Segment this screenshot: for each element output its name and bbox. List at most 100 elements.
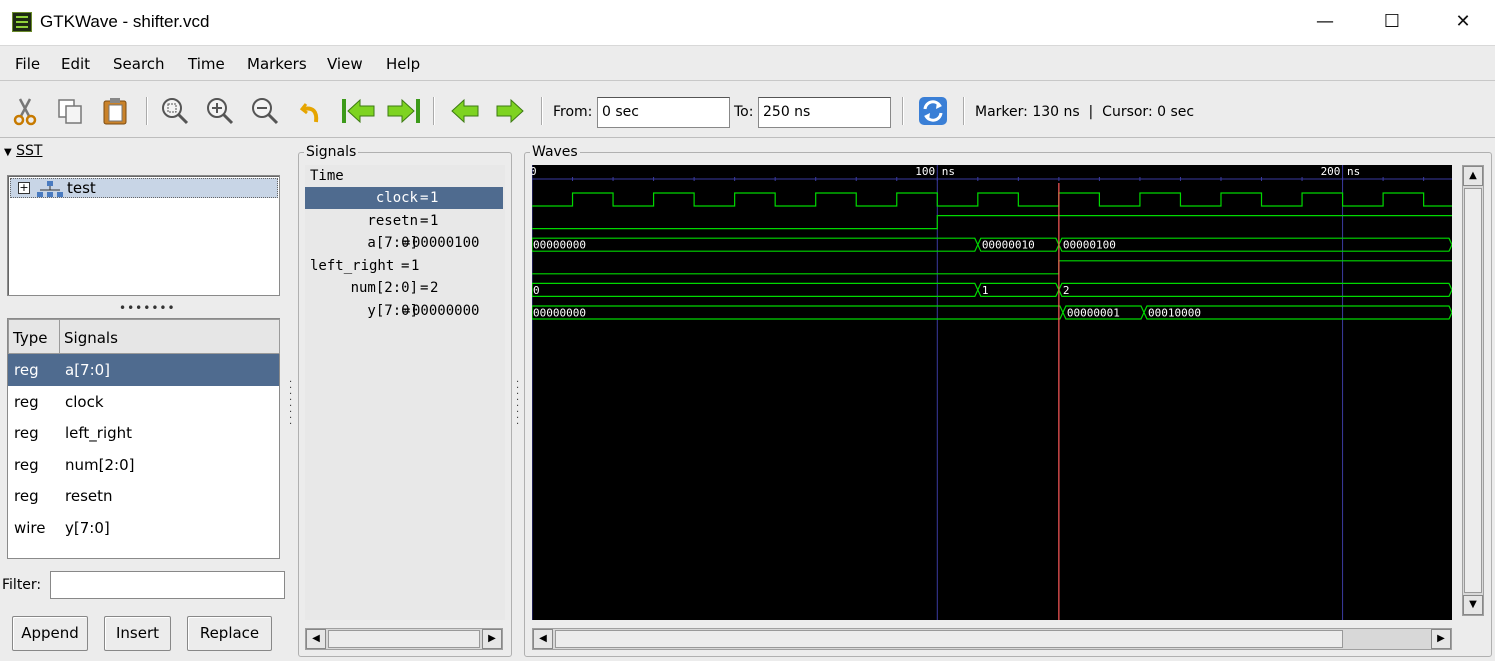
menu-help[interactable]: Help [386,55,420,73]
expand-plus-icon[interactable]: + [18,182,30,194]
time-row[interactable]: Time [305,165,503,187]
y[7:0]-bus-value: 00000000 [533,307,586,320]
scroll-left-arrow-icon[interactable]: ◀ [306,629,326,649]
zoom-to-start-icon[interactable] [340,96,378,126]
num[2:0]-bus-value: 0 [533,284,540,297]
filter-label: Filter: [2,577,42,593]
signal-row[interactable]: y[7:0] = 00000000 [305,300,503,322]
insert-button[interactable]: Insert [104,616,171,651]
zoom-in-icon[interactable] [205,96,235,126]
menu-file[interactable]: File [15,55,40,73]
toolbar-separator [902,97,904,125]
scrollbar-thumb[interactable] [555,630,1343,648]
signal-row[interactable]: num[2:0] = 2 [305,277,503,299]
sst-header[interactable]: ▼ SST [4,143,42,159]
from-time-input[interactable]: 0 sec [597,97,730,128]
signal-row[interactable]: left_right = 1 [305,255,503,277]
scroll-right-arrow-icon[interactable]: ▶ [1431,629,1451,649]
num[2:0]-bus-value: 1 [982,284,989,297]
signal-row[interactable]: resetn = 1 [305,210,503,232]
table-row[interactable]: reg resetn [8,480,279,512]
pane-resize-grip[interactable]: · · · · · · · · [289,378,293,430]
replace-button[interactable]: Replace [187,616,272,651]
signal-row[interactable]: clock = 1 [305,187,503,209]
num[2:0]-bus-segment [977,282,1060,297]
time-tick-label: 200 ns [1321,165,1361,178]
tree-item-test[interactable]: + test [10,178,278,198]
num[2:0]-bus-value: 2 [1063,284,1070,297]
y[7:0]-bus-value: 00010000 [1148,307,1201,320]
gtkwave-app-icon [12,12,32,32]
table-row[interactable]: reg num[2:0] [8,449,279,481]
a[7:0]-bus-value: 00000010 [982,239,1035,252]
signals-horizontal-scrollbar[interactable]: ◀ ▶ [305,628,503,650]
waves-horizontal-scrollbar[interactable]: ◀ ▶ [532,628,1452,650]
find-next-edge-icon[interactable] [495,96,525,126]
scrollbar-thumb[interactable] [1464,188,1482,593]
clock-waveform [532,192,1452,207]
a[7:0]-bus-value: 00000100 [1063,239,1116,252]
scroll-up-arrow-icon[interactable]: ▲ [1463,166,1483,186]
menu-edit[interactable]: Edit [61,55,90,73]
waveform-canvas[interactable]: 0 100 ns 200 ns 00000000 00000010 00000100 0 1 2… [532,165,1452,620]
zoom-fit-icon[interactable] [160,96,190,126]
left_right-waveform [532,260,1452,275]
toolbar-separator [146,97,148,125]
toolbar-separator [541,97,543,125]
toolbar-separator [433,97,435,125]
undo-zoom-icon[interactable] [298,96,328,126]
table-row[interactable]: reg a[7:0] [8,354,279,386]
a[7:0]-bus-segment [1058,237,1452,252]
waveform-svg: 0 100 ns 200 ns 00000000 00000010 00000100 0 1 2… [532,165,1452,620]
to-time-input[interactable]: 250 ns [758,97,891,128]
signals-list: Time clock = 1 resetn = 1 a[7:0] = 00000100 le… [305,165,505,620]
signals-frame-title: Signals [304,144,359,160]
filter-input[interactable] [50,571,285,599]
sst-title: SST [16,143,43,159]
toolbar-separator [963,97,965,125]
menu-bar: File Edit Search Time Markers View Help [0,45,1495,81]
pane-resize-grip[interactable]: · · · · · · · · [516,378,520,430]
maximize-button[interactable]: ☐ [1369,8,1415,38]
menu-time[interactable]: Time [188,55,225,73]
signal-row[interactable]: a[7:0] = 00000100 [305,232,503,254]
find-previous-edge-icon[interactable] [450,96,480,126]
module-hierarchy-icon [37,181,63,197]
reload-icon[interactable] [918,96,948,126]
menu-search[interactable]: Search [113,55,165,73]
num[2:0]-bus-segment [532,282,979,297]
menu-view[interactable]: View [327,55,363,73]
append-button[interactable]: Append [12,616,88,651]
collapse-triangle-icon: ▼ [4,147,12,158]
y[7:0]-bus-value: 00000001 [1067,307,1120,320]
title-bar: GTKWave - shifter.vcd — ☐ ✕ [0,0,1495,45]
scroll-down-arrow-icon[interactable]: ▼ [1463,595,1483,615]
paste-icon[interactable] [100,96,130,126]
scroll-left-arrow-icon[interactable]: ◀ [533,629,553,649]
pane-resize-grip[interactable]: ••••••• [119,302,176,314]
time-tick-label: 100 ns [915,165,955,178]
scroll-right-arrow-icon[interactable]: ▶ [482,629,502,649]
copy-icon[interactable] [55,96,85,126]
scrollbar-thumb[interactable] [328,630,480,648]
waves-vertical-scrollbar[interactable]: ▲ ▼ [1462,165,1484,616]
close-button[interactable]: ✕ [1440,8,1486,38]
zoom-out-icon[interactable] [250,96,280,126]
zoom-to-end-icon[interactable] [384,96,422,126]
column-header-signals[interactable]: Signals [59,319,280,354]
cut-icon[interactable] [10,96,40,126]
a[7:0]-bus-value: 00000000 [533,239,586,252]
waves-frame-title: Waves [530,144,580,160]
tree-item-label: test [67,179,96,197]
table-row[interactable]: reg left_right [8,417,279,449]
window-title: GTKWave - shifter.vcd [40,12,210,31]
table-row[interactable]: reg clock [8,386,279,418]
from-label: From: [553,104,593,120]
num[2:0]-bus-segment [1058,282,1452,297]
y[7:0]-bus-segment [532,305,1064,320]
table-row[interactable]: wire y[7:0] [8,512,279,544]
menu-markers[interactable]: Markers [247,55,307,73]
sst-hierarchy-tree: + test [7,175,280,296]
minimize-button[interactable]: — [1302,8,1348,38]
column-header-type[interactable]: Type [8,319,60,354]
